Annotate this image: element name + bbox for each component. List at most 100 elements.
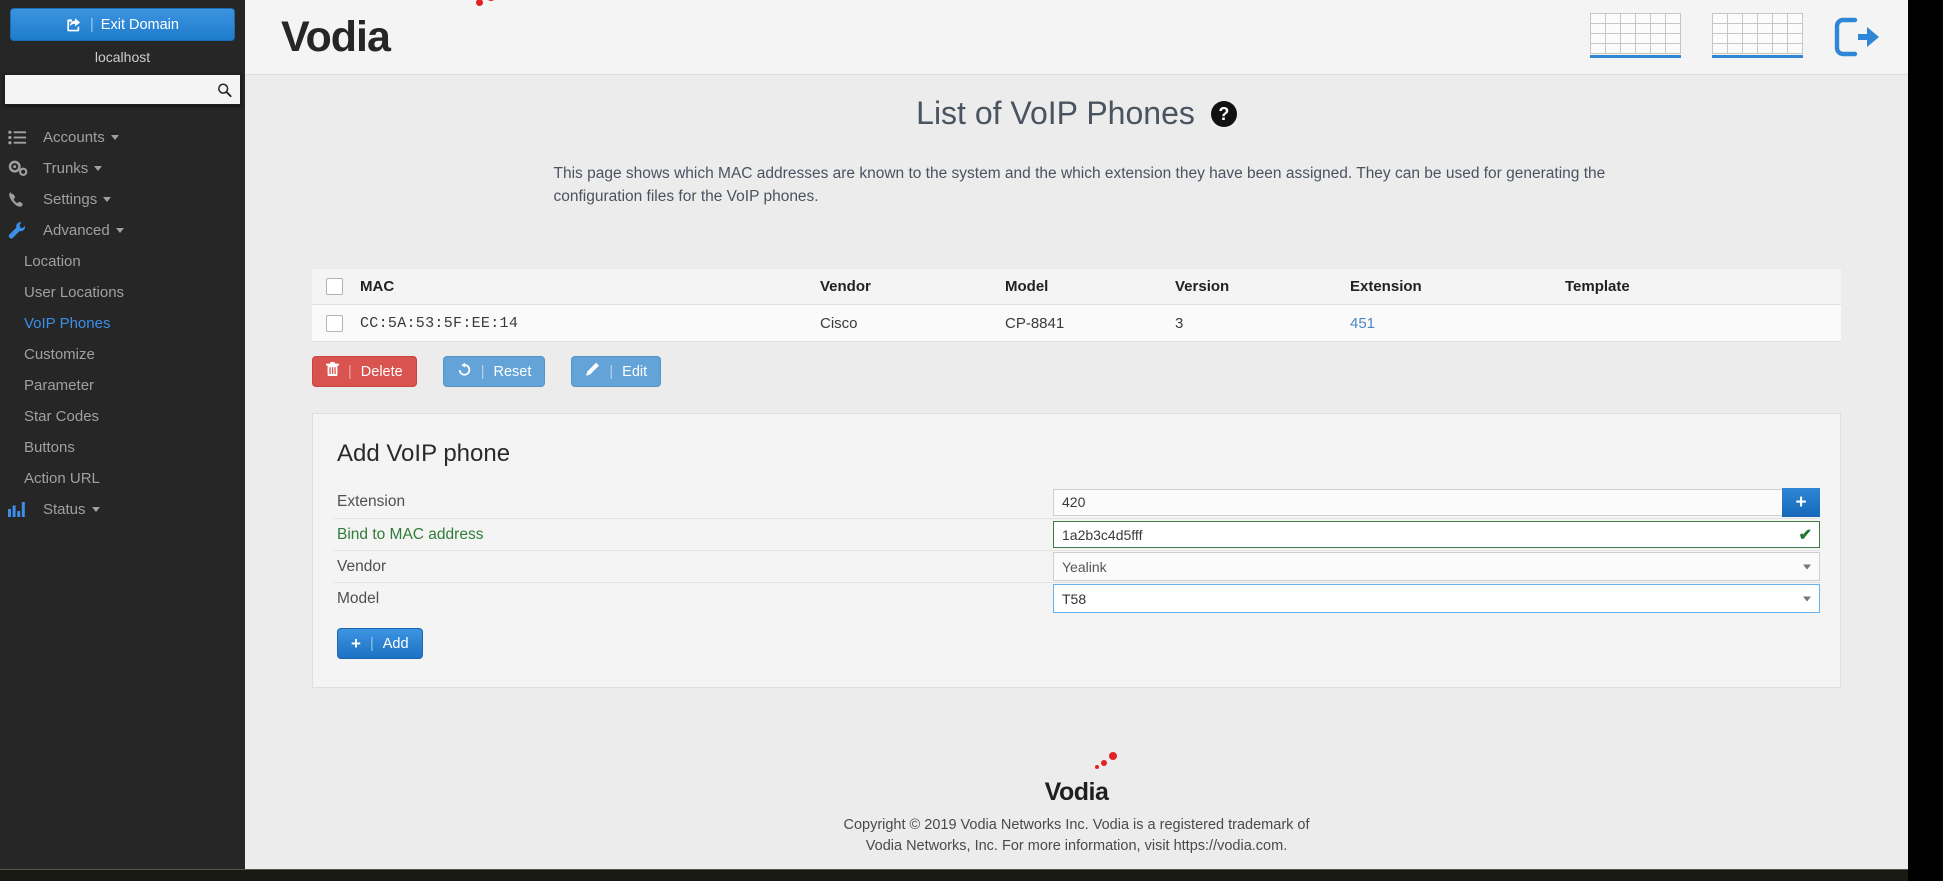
content-band: MAC Vendor Model Version Extension Templ…: [245, 248, 1908, 869]
button-separator: |: [348, 363, 352, 380]
sidebar-subitem-label: Buttons: [24, 439, 75, 456]
page-title: List of VoIP Phones ?: [245, 95, 1908, 132]
add-button[interactable]: + | Add: [337, 628, 423, 660]
chevron-down-icon: [91, 507, 100, 512]
mac-address-value: CC:5A:53:5F:EE:14: [360, 315, 519, 333]
row-checkbox[interactable]: [326, 314, 343, 332]
sidebar-item-buttons[interactable]: Buttons: [0, 432, 245, 463]
pencil-icon: [585, 362, 600, 381]
column-header-template: Template: [1559, 268, 1841, 306]
mac-control: ✔: [1053, 521, 1820, 549]
vendor-label: Vendor: [337, 557, 387, 575]
mac-input[interactable]: [1053, 521, 1820, 549]
table-grid-icon-2[interactable]: [1712, 12, 1804, 62]
sidebar-item-parameter[interactable]: Parameter: [0, 370, 245, 401]
sidebar-item-label: Accounts: [43, 129, 105, 146]
sidebar-item-user-locations[interactable]: User Locations: [0, 277, 245, 308]
sidebar-item-trunks[interactable]: Trunks: [0, 153, 245, 184]
column-header-version: Version: [1169, 268, 1344, 306]
form-row-model: Model T58: [333, 582, 1820, 614]
search-input[interactable]: [5, 75, 240, 104]
sidebar-subitem-label: Action URL: [24, 470, 100, 487]
sidebar-item-label: Trunks: [43, 160, 89, 177]
logout-icon[interactable]: [1834, 16, 1880, 58]
phones-table-head: MAC Vendor Model Version Extension Templ…: [312, 268, 1841, 306]
delete-button[interactable]: | Delete: [312, 356, 417, 388]
exit-domain-button[interactable]: | Exit Domain: [10, 8, 235, 41]
row-select-cell: [312, 304, 354, 343]
sidebar-subitem-label: Location: [24, 253, 81, 270]
page-description: This page shows which MAC addresses are …: [553, 165, 1606, 206]
phone-icon: [8, 191, 32, 209]
phones-table: MAC Vendor Model Version Extension Templ…: [312, 268, 1841, 343]
column-header-mac: MAC: [354, 268, 814, 306]
extension-link[interactable]: 451: [1350, 315, 1375, 332]
form-row-vendor: Vendor Yealink: [333, 550, 1820, 582]
sidebar-item-customize[interactable]: Customize: [0, 339, 245, 370]
chevron-down-icon: [103, 197, 112, 202]
plus-icon[interactable]: +: [1782, 487, 1820, 517]
phones-table-wrapper: MAC Vendor Model Version Extension Templ…: [245, 249, 1908, 343]
footer-vodia-logo: Vodia: [1044, 752, 1117, 812]
cell-version: 3: [1169, 304, 1344, 343]
cell-model: CP-8841: [999, 304, 1169, 343]
form-row-mac: Bind to MAC address ✔: [333, 518, 1820, 550]
sidebar-item-accounts[interactable]: Accounts: [0, 122, 245, 153]
chevron-down-icon: [94, 166, 103, 171]
cell-template: [1559, 304, 1841, 343]
exit-domain-label: Exit Domain: [100, 16, 179, 33]
sidebar-item-advanced[interactable]: Advanced: [0, 215, 245, 246]
form-row-extension: Extension +: [333, 486, 1820, 518]
select-all-header-cell: [312, 268, 354, 306]
table-row[interactable]: CC:5A:53:5F:EE:14 Cisco CP-8841 3 451: [312, 304, 1841, 343]
select-all-checkbox[interactable]: [326, 278, 343, 296]
exit-domain-separator: |: [90, 16, 94, 33]
vendor-control: Yealink: [1053, 552, 1820, 582]
right-gutter: [1908, 0, 1943, 881]
table-grid-icon-1[interactable]: [1590, 12, 1682, 62]
sidebar-item-label: Settings: [43, 191, 98, 208]
footer-copyright-line-1: Copyright © 2019 Vodia Networks Inc. Vod…: [843, 816, 1310, 833]
edit-button[interactable]: | Edit: [571, 356, 662, 388]
table-action-buttons: | Delete | Reset | Edit: [245, 342, 1908, 388]
sidebar-item-voip-phones[interactable]: VoIP Phones: [0, 308, 245, 339]
add-voip-phone-panel: Add VoIP phone Extension + Bind to MAC a…: [312, 413, 1841, 689]
current-domain-label: localhost: [94, 49, 151, 65]
add-submit-row: + | Add: [333, 614, 1820, 660]
app-viewport: | Exit Domain localhost Accounts Trunks …: [0, 0, 1943, 881]
vendor-select-wrapper: Yealink: [1053, 552, 1820, 582]
sidebar-item-settings[interactable]: Settings: [0, 184, 245, 215]
plus-icon: +: [351, 634, 361, 654]
page-header: List of VoIP Phones ? This page shows wh…: [245, 75, 1908, 209]
chevron-down-icon: [110, 135, 119, 140]
top-bar: Vodia: [245, 0, 1908, 75]
sidebar-item-star-codes[interactable]: Star Codes: [0, 401, 245, 432]
sidebar-subitem-label: VoIP Phones: [24, 315, 111, 332]
question-mark-help-icon[interactable]: ?: [1210, 100, 1237, 127]
footer-copyright-line-2: Vodia Networks, Inc. For more informatio…: [865, 838, 1288, 855]
sidebar: | Exit Domain localhost Accounts Trunks …: [0, 0, 245, 869]
sidebar-search[interactable]: [4, 74, 241, 105]
model-select-wrapper: T58: [1053, 584, 1820, 614]
sidebar-item-location[interactable]: Location: [0, 246, 245, 277]
undo-icon: [457, 362, 472, 381]
sidebar-item-action-url[interactable]: Action URL: [0, 463, 245, 494]
model-select[interactable]: T58: [1053, 584, 1820, 614]
extension-label: Extension: [337, 493, 406, 511]
reset-button[interactable]: | Reset: [442, 356, 546, 388]
main-content: Vodia List of VoIP Phones ? This page sh…: [245, 0, 1908, 869]
cogs-icon: [8, 160, 32, 178]
sidebar-item-label: Status: [43, 501, 86, 518]
sidebar-item-label: Advanced: [43, 222, 110, 239]
footer-logo-text: Vodia: [1044, 778, 1109, 807]
button-separator: |: [369, 635, 374, 652]
page-footer: Vodia Copyright © 2019 Vodia Networks In…: [245, 752, 1908, 869]
top-bar-icons: [1590, 12, 1880, 62]
extension-input[interactable]: [1053, 488, 1783, 516]
vendor-select[interactable]: Yealink: [1053, 552, 1820, 582]
sidebar-item-status[interactable]: Status: [0, 494, 245, 525]
column-header-model: Model: [999, 268, 1169, 306]
bottom-strip: [0, 869, 1908, 881]
column-header-extension: Extension: [1344, 268, 1559, 306]
list-icon: [8, 129, 32, 147]
